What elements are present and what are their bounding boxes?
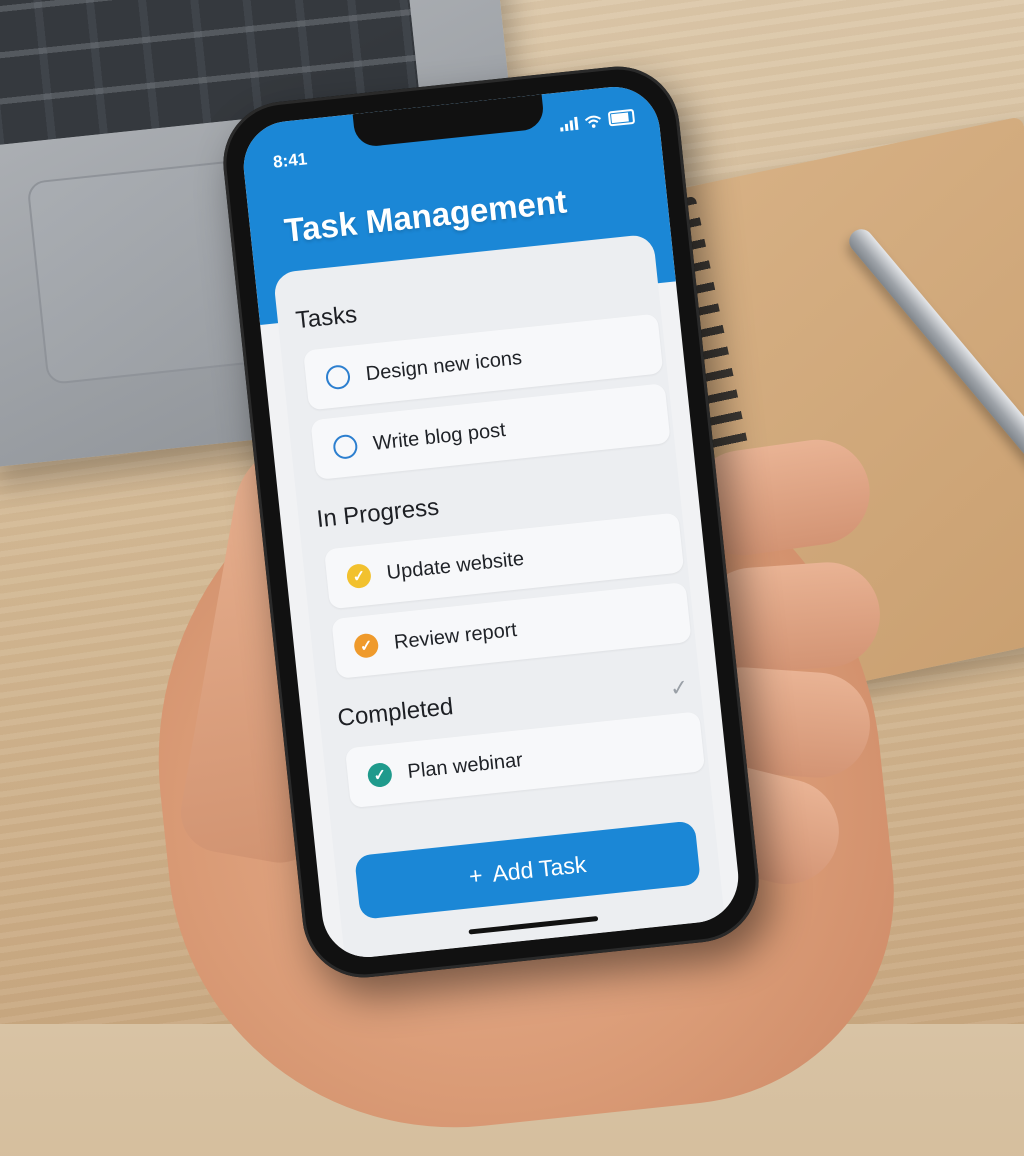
phone: 8:41 Task Management Tasks Design new ic… bbox=[217, 60, 765, 984]
check-circle-icon[interactable]: ✓ bbox=[366, 761, 394, 789]
task-label: Design new icons bbox=[364, 346, 523, 385]
status-time: 8:41 bbox=[272, 149, 309, 172]
notch bbox=[352, 94, 546, 149]
task-label: Write blog post bbox=[371, 418, 507, 455]
check-circle-icon[interactable]: ✓ bbox=[353, 632, 380, 659]
task-label: Review report bbox=[392, 618, 518, 654]
plus-icon: + bbox=[467, 861, 484, 889]
check-circle-icon[interactable]: ✓ bbox=[345, 562, 373, 590]
signal-icon bbox=[559, 116, 579, 132]
task-label: Plan webinar bbox=[406, 748, 524, 783]
battery-icon bbox=[607, 108, 636, 127]
circle-outline-icon[interactable] bbox=[332, 433, 359, 461]
phone-screen: 8:41 Task Management Tasks Design new ic… bbox=[239, 82, 743, 962]
status-icons bbox=[559, 108, 636, 132]
app-title: Task Management bbox=[282, 182, 569, 249]
add-task-label: Add Task bbox=[490, 850, 588, 887]
task-label: Update website bbox=[385, 547, 525, 584]
circle-outline-icon[interactable] bbox=[324, 364, 352, 391]
wifi-icon bbox=[584, 115, 601, 128]
checkmark-icon: ✓ bbox=[668, 674, 690, 702]
